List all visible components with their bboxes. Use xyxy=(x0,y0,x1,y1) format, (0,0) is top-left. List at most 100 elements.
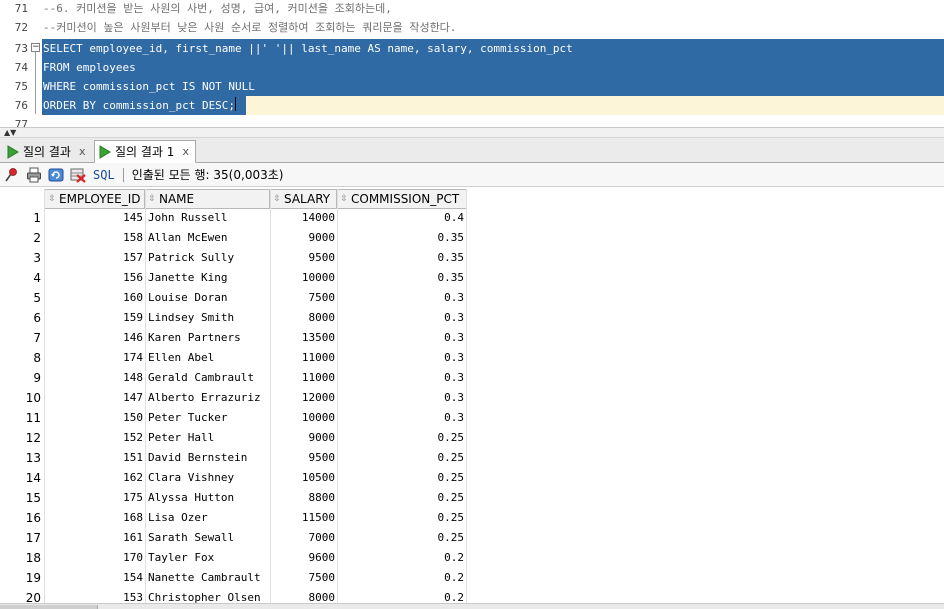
cell-commission-pct[interactable]: 0.35 xyxy=(338,228,465,248)
cell-commission-pct[interactable]: 0.3 xyxy=(338,328,464,348)
cell-employee-id[interactable]: 146 xyxy=(45,328,144,348)
table-row[interactable]: 13 151 David Bernstein 9500 0.25 xyxy=(0,448,470,468)
editor-line-77[interactable]: 77 xyxy=(0,115,944,127)
cell-employee-id[interactable]: 154 xyxy=(45,568,144,588)
table-row[interactable]: 18 170 Tayler Fox 9600 0.2 xyxy=(0,548,470,568)
cell-commission-pct[interactable]: 0.3 xyxy=(338,308,464,328)
table-row[interactable]: 2 158 Allan McEwen 9000 0.35 xyxy=(0,228,470,248)
cell-employee-id[interactable]: 147 xyxy=(45,388,144,408)
column-header-name[interactable]: ⇳ NAME xyxy=(145,189,270,209)
refresh-icon[interactable] xyxy=(48,167,64,183)
tab-query-result-1[interactable]: 질의 결과 1 x xyxy=(94,140,196,163)
cell-name[interactable]: John Russell xyxy=(148,208,269,228)
cell-name[interactable]: Karen Partners xyxy=(148,328,269,348)
table-row[interactable]: 19 154 Nanette Cambrault 7500 0.2 xyxy=(0,568,470,588)
print-icon[interactable] xyxy=(26,167,42,183)
cell-commission-pct[interactable]: 0.35 xyxy=(338,248,465,268)
pin-icon[interactable] xyxy=(4,167,20,183)
editor-line-72[interactable]: 72 --커미션이 높은 사원부터 낮은 사원 순서로 정렬하여 조회하는 쿼리… xyxy=(0,18,944,37)
cell-salary[interactable]: 11000 xyxy=(271,368,335,388)
cell-employee-id[interactable]: 168 xyxy=(45,508,144,528)
cell-employee-id[interactable]: 156 xyxy=(45,268,144,288)
cell-commission-pct[interactable]: 0.25 xyxy=(338,428,465,448)
horizontal-scrollbar[interactable] xyxy=(0,603,944,609)
editor-line-76[interactable]: 76 ORDER BY commission_pct DESC; xyxy=(0,96,944,115)
tab-close-icon[interactable]: x xyxy=(182,145,189,158)
cell-employee-id[interactable]: 159 xyxy=(45,308,144,328)
cell-employee-id[interactable]: 174 xyxy=(45,348,144,368)
table-row[interactable]: 7 146 Karen Partners 13500 0.3 xyxy=(0,328,470,348)
delete-icon[interactable] xyxy=(70,167,86,183)
cell-name[interactable]: Patrick Sully xyxy=(148,248,269,268)
cell-employee-id[interactable]: 151 xyxy=(45,448,144,468)
cell-name[interactable]: Lisa Ozer xyxy=(148,508,269,528)
table-row[interactable]: 10 147 Alberto Errazuriz 12000 0.3 xyxy=(0,388,470,408)
cell-salary[interactable]: 8800 xyxy=(271,488,336,508)
column-header-salary[interactable]: ⇳ SALARY xyxy=(270,189,337,209)
cell-commission-pct[interactable]: 0.3 xyxy=(338,288,464,308)
table-row[interactable]: 11 150 Peter Tucker 10000 0.3 xyxy=(0,408,470,428)
table-row[interactable]: 5 160 Louise Doran 7500 0.3 xyxy=(0,288,470,308)
cell-salary[interactable]: 11000 xyxy=(271,348,335,368)
cell-name[interactable]: Tayler Fox xyxy=(148,548,269,568)
tab-close-icon[interactable]: x xyxy=(79,145,86,158)
table-row[interactable]: 17 161 Sarath Sewall 7000 0.25 xyxy=(0,528,470,548)
editor-line-74[interactable]: 74 FROM employees xyxy=(0,58,944,77)
cell-salary[interactable]: 14000 xyxy=(271,208,335,228)
cell-name[interactable]: Sarath Sewall xyxy=(148,528,269,548)
sql-button[interactable]: SQL xyxy=(93,168,115,182)
cell-salary[interactable]: 9600 xyxy=(271,548,336,568)
table-row[interactable]: 20 153 Christopher Olsen 8000 0.2 xyxy=(0,588,470,603)
cell-salary[interactable]: 7000 xyxy=(271,528,336,548)
cell-employee-id[interactable]: 150 xyxy=(45,408,144,428)
cell-salary[interactable]: 9500 xyxy=(271,248,336,268)
cell-name[interactable]: Peter Hall xyxy=(148,428,269,448)
cell-salary[interactable]: 11500 xyxy=(271,508,335,528)
cell-salary[interactable]: 10500 xyxy=(271,468,335,488)
cell-salary[interactable]: 9000 xyxy=(271,428,336,448)
sort-icon[interactable]: ⇳ xyxy=(338,194,350,204)
cell-commission-pct[interactable]: 0.3 xyxy=(338,408,464,428)
table-row[interactable]: 8 174 Ellen Abel 11000 0.3 xyxy=(0,348,470,368)
table-row[interactable]: 9 148 Gerald Cambrault 11000 0.3 xyxy=(0,368,470,388)
cell-employee-id[interactable]: 158 xyxy=(45,228,144,248)
sort-icon[interactable]: ⇳ xyxy=(46,194,58,204)
cell-salary[interactable]: 10000 xyxy=(271,408,335,428)
cell-employee-id[interactable]: 157 xyxy=(45,248,144,268)
results-grid[interactable]: ⇳ EMPLOYEE_ID ⇳ NAME ⇳ SALARY ⇳ COMMISSI… xyxy=(0,187,944,603)
cell-name[interactable]: Allan McEwen xyxy=(148,228,269,248)
cell-name[interactable]: Alyssa Hutton xyxy=(148,488,269,508)
cell-name[interactable]: Gerald Cambrault xyxy=(148,368,269,388)
table-row[interactable]: 12 152 Peter Hall 9000 0.25 xyxy=(0,428,470,448)
cell-employee-id[interactable]: 152 xyxy=(45,428,144,448)
cell-name[interactable]: Lindsey Smith xyxy=(148,308,269,328)
cell-name[interactable]: Alberto Errazuriz xyxy=(148,388,269,408)
cell-commission-pct[interactable]: 0.2 xyxy=(338,588,464,603)
cell-employee-id[interactable]: 170 xyxy=(45,548,144,568)
sort-icon[interactable]: ⇳ xyxy=(271,194,283,204)
sql-editor[interactable]: 71 --6. 커미션을 받는 사원의 사번, 성명, 급여, 커미션을 조회하… xyxy=(0,0,944,128)
cell-commission-pct[interactable]: 0.2 xyxy=(338,568,464,588)
cell-name[interactable]: Peter Tucker xyxy=(148,408,269,428)
panel-splitter[interactable]: ▲▼ xyxy=(0,128,944,138)
scrollbar-thumb[interactable] xyxy=(0,605,98,609)
cell-salary[interactable]: 8000 xyxy=(271,308,336,328)
cell-commission-pct[interactable]: 0.4 xyxy=(338,208,464,228)
cell-commission-pct[interactable]: 0.3 xyxy=(338,348,464,368)
cell-name[interactable]: David Bernstein xyxy=(148,448,269,468)
cell-name[interactable]: Christopher Olsen xyxy=(148,588,269,603)
table-row[interactable]: 15 175 Alyssa Hutton 8800 0.25 xyxy=(0,488,470,508)
sort-icon[interactable]: ⇳ xyxy=(146,194,158,204)
cell-salary[interactable]: 9500 xyxy=(271,448,336,468)
cell-commission-pct[interactable]: 0.3 xyxy=(338,368,464,388)
cell-commission-pct[interactable]: 0.25 xyxy=(338,468,465,488)
cell-commission-pct[interactable]: 0.3 xyxy=(338,388,464,408)
cell-salary[interactable]: 9000 xyxy=(271,228,336,248)
table-row[interactable]: 16 168 Lisa Ozer 11500 0.25 xyxy=(0,508,470,528)
cell-name[interactable]: Louise Doran xyxy=(148,288,269,308)
cell-employee-id[interactable]: 175 xyxy=(45,488,144,508)
cell-employee-id[interactable]: 161 xyxy=(45,528,144,548)
table-row[interactable]: 1 145 John Russell 14000 0.4 xyxy=(0,208,470,228)
table-row[interactable]: 3 157 Patrick Sully 9500 0.35 xyxy=(0,248,470,268)
cell-employee-id[interactable]: 162 xyxy=(45,468,144,488)
